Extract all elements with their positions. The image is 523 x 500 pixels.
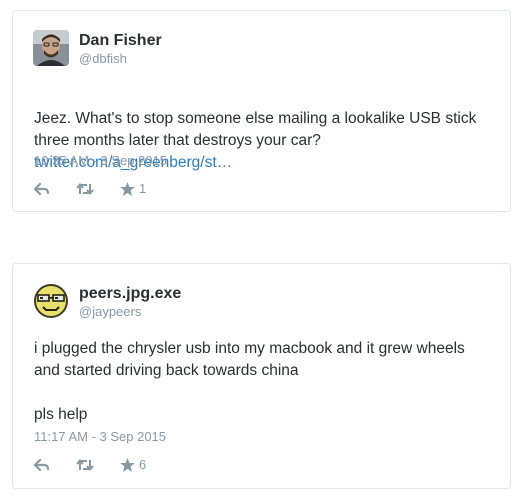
favorite-button[interactable]: 1: [120, 181, 146, 197]
person-photo-icon: [33, 30, 69, 66]
star-icon: [120, 458, 135, 472]
avatar[interactable]: [33, 30, 69, 66]
retweet-icon: [76, 458, 94, 472]
author-name[interactable]: Dan Fisher: [79, 31, 162, 50]
timestamp[interactable]: 10:35 AM - 3 Sep 2015: [34, 153, 167, 169]
tweet-actions: 6: [34, 457, 146, 473]
reply-icon: [34, 458, 50, 472]
retweet-button[interactable]: [76, 182, 120, 196]
tweet-card: Dan Fisher @dbfish Jeez. What's to stop …: [12, 10, 511, 212]
author-handle[interactable]: @jaypeers: [79, 304, 141, 320]
author-handle[interactable]: @dbfish: [79, 51, 127, 67]
tweet-text: i plugged the chrysler usb into my macbo…: [34, 340, 465, 423]
retweet-icon: [76, 182, 94, 196]
favorite-count: 1: [139, 181, 147, 196]
reply-button[interactable]: [34, 182, 76, 196]
reply-icon: [34, 182, 50, 196]
reply-button[interactable]: [34, 458, 76, 472]
favorite-count: 6: [139, 457, 147, 472]
timestamp[interactable]: 11:17 AM - 3 Sep 2015: [34, 429, 166, 445]
tweet-body: Jeez. What's to stop someone else mailin…: [34, 110, 477, 149]
favorite-button[interactable]: 6: [120, 457, 146, 473]
tweet-actions: 1: [34, 181, 146, 197]
author-name[interactable]: peers.jpg.exe: [79, 284, 181, 303]
tweet-text: Jeez. What's to stop someone else mailin…: [34, 86, 494, 196]
avatar[interactable]: [33, 283, 69, 319]
tweet-card: peers.jpg.exe @jaypeers i plugged the ch…: [12, 263, 511, 489]
retweet-button[interactable]: [76, 458, 120, 472]
pixel-smiley-sunglasses-icon: [33, 283, 69, 319]
star-icon: [120, 182, 135, 196]
